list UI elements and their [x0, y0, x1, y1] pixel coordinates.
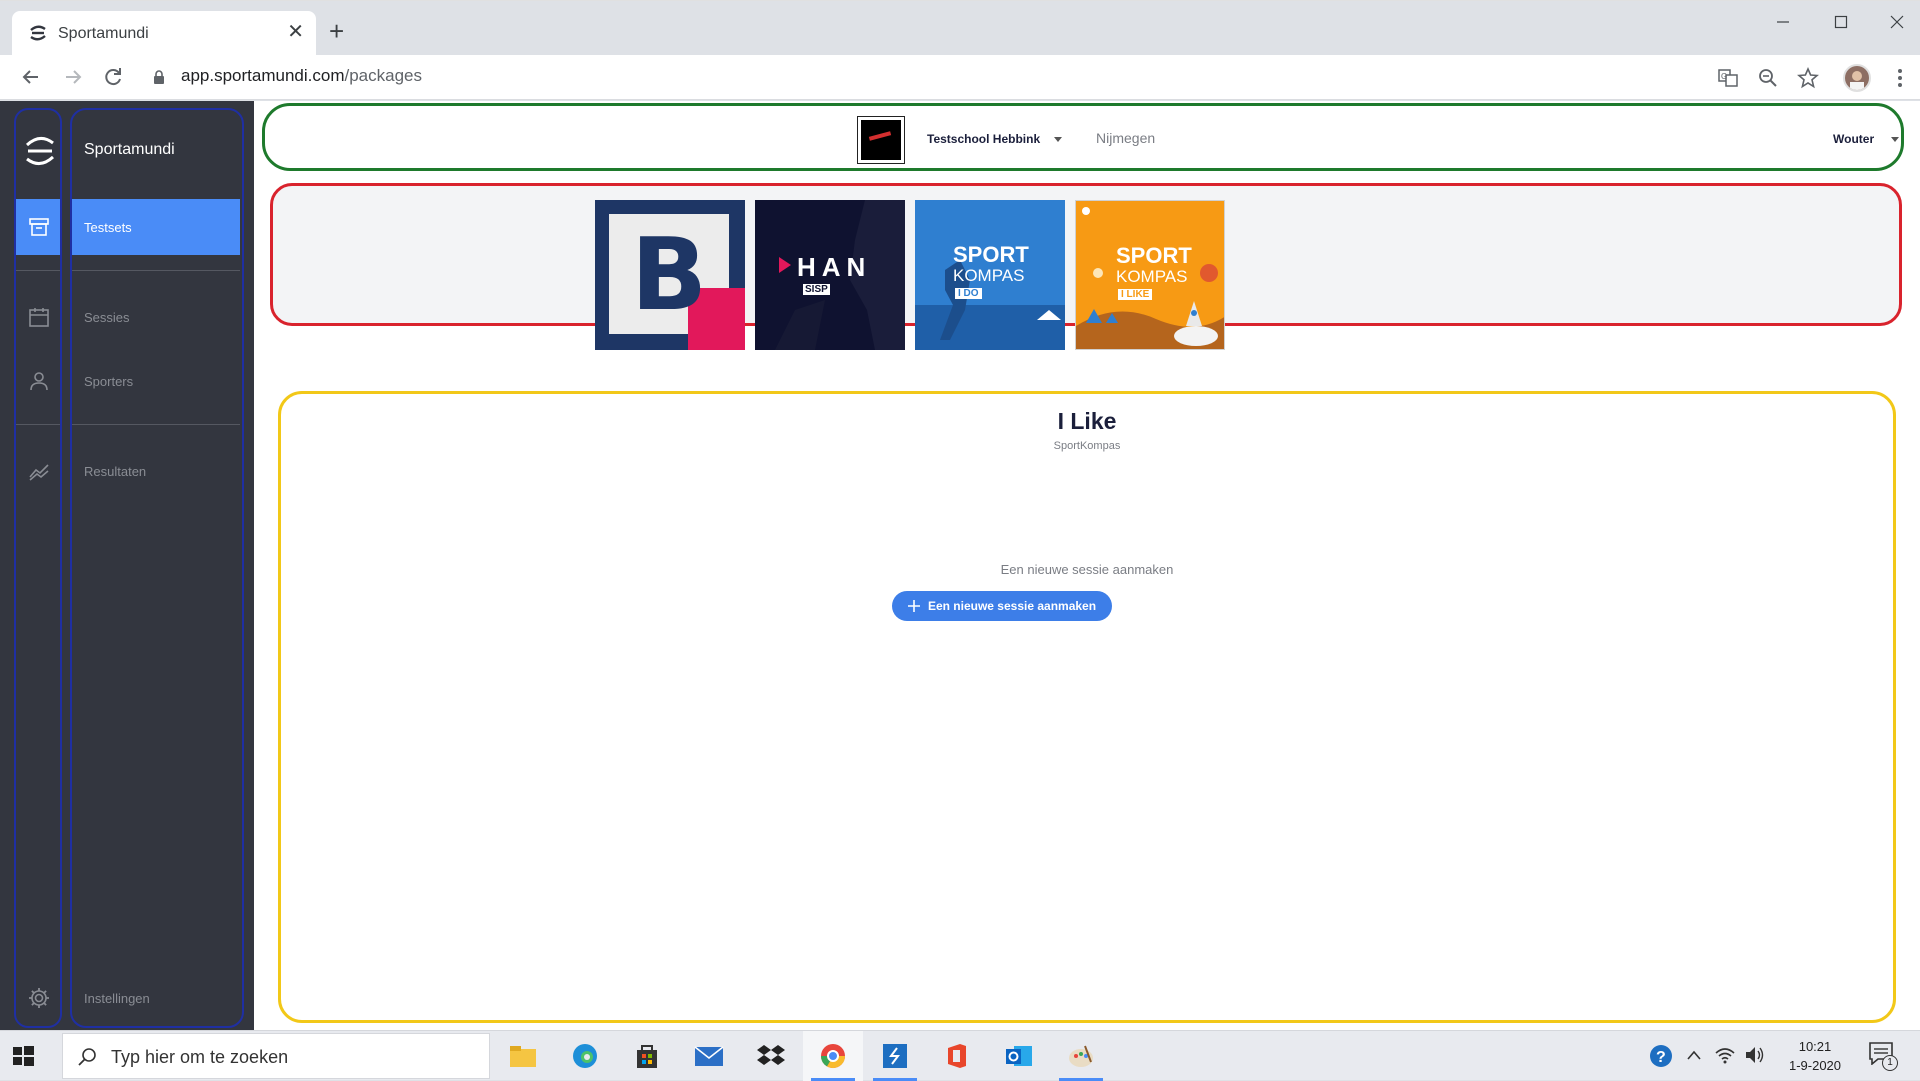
taskbar-search-placeholder: Typ hier om te zoeken	[111, 1047, 289, 1067]
maximize-icon[interactable]	[1812, 7, 1870, 39]
edge-icon	[573, 1044, 597, 1068]
svg-text:G: G	[1721, 72, 1727, 81]
package-subtitle: SportKompas	[1053, 440, 1121, 452]
notification-count-badge: 1	[1882, 1055, 1898, 1071]
lock-icon[interactable]	[153, 70, 165, 85]
dropbox-icon	[757, 1045, 785, 1065]
school-city: Nijmegen	[1096, 130, 1156, 146]
windows-taskbar: Typ hier om te zoeken ? 10:21 1-9-2020 1	[0, 1030, 1920, 1081]
folder-icon	[510, 1046, 536, 1067]
package-ilike-title: SPORT	[1116, 243, 1192, 268]
package-han-tag: SISP	[803, 284, 830, 295]
file-explorer-app[interactable]	[493, 1031, 553, 1081]
clock-date: 1-9-2020	[1788, 1058, 1842, 1073]
chevron-up-icon[interactable]	[1686, 1049, 1702, 1061]
sportamundi-favicon-icon	[30, 25, 46, 41]
package-tile-ido[interactable]: SPORT KOMPAS I DO	[915, 200, 1065, 350]
paint-palette-icon	[1069, 1045, 1093, 1067]
volume-icon[interactable]	[1744, 1045, 1766, 1065]
zoom-icon[interactable]	[1756, 66, 1780, 90]
url-field[interactable]: app.sportamundi.com/packages	[181, 66, 422, 86]
clock[interactable]: 10:21 1-9-2020	[1780, 1037, 1850, 1075]
school-selector[interactable]: Testschool Hebbink	[927, 132, 1040, 146]
store-app[interactable]	[617, 1031, 677, 1081]
plus-icon	[907, 600, 920, 612]
new-session-button[interactable]: Een nieuwe sessie aanmaken	[892, 591, 1112, 621]
mail-icon	[694, 1046, 724, 1066]
wifi-icon[interactable]	[1714, 1045, 1736, 1065]
forward-icon[interactable]	[59, 63, 87, 91]
chevron-down-icon[interactable]	[1054, 137, 1062, 142]
back-icon[interactable]	[17, 63, 45, 91]
main-content: Testschool Hebbink Nijmegen Wouter B HAN	[254, 101, 1920, 1030]
package-tile-b[interactable]: B	[595, 200, 745, 350]
chrome-app[interactable]	[803, 1031, 863, 1081]
store-bag-icon	[637, 1045, 657, 1068]
package-ido-subtitle: KOMPAS	[953, 266, 1025, 285]
browser-menu-icon[interactable]	[1888, 66, 1912, 90]
package-ido-tag: I DO	[955, 288, 982, 299]
office-icon	[948, 1044, 966, 1068]
new-tab-icon[interactable]: +	[329, 18, 344, 44]
school-logo	[857, 116, 905, 164]
windows-start-icon[interactable]	[10, 1043, 36, 1069]
reload-icon[interactable]	[99, 63, 127, 91]
tab-title: Sportamundi	[58, 25, 149, 42]
highlight-outline-rail	[14, 108, 62, 1028]
package-tile-ilike[interactable]: SPORT KOMPAS I LIKE	[1075, 200, 1225, 350]
highlight-outline-panel	[70, 108, 244, 1028]
new-session-button-label: Een nieuwe sessie aanmaken	[927, 599, 1097, 613]
package-b-letter: B	[630, 215, 708, 333]
minimize-icon[interactable]	[1754, 7, 1812, 39]
package-ilike-subtitle: KOMPAS	[1116, 267, 1188, 286]
translate-icon[interactable]: G	[1716, 66, 1740, 90]
package-ido-title: SPORT	[953, 242, 1029, 267]
url-path: /packages	[344, 66, 422, 85]
browser-tab-bar: Sportamundi ✕ +	[0, 0, 1920, 56]
outlook-app[interactable]	[989, 1031, 1049, 1081]
close-window-icon[interactable]	[1868, 7, 1920, 39]
svg-text:?: ?	[1656, 1049, 1666, 1066]
mail-app[interactable]	[679, 1031, 739, 1081]
office-app[interactable]	[927, 1031, 987, 1081]
chrome-icon	[821, 1044, 845, 1069]
sportamundi-app[interactable]	[865, 1031, 925, 1081]
play-triangle-icon	[779, 257, 791, 273]
clock-time: 10:21	[1798, 1039, 1832, 1054]
package-tile-han[interactable]: HAN SISP	[755, 200, 905, 350]
paint-app[interactable]	[1051, 1031, 1111, 1081]
notifications-button[interactable]: 1	[1868, 1041, 1902, 1073]
package-ilike-tag: I LIKE	[1118, 289, 1153, 300]
outlook-icon	[1006, 1046, 1032, 1066]
address-bar: app.sportamundi.com/packages G	[0, 55, 1920, 100]
browser-tab[interactable]: Sportamundi ✕	[12, 11, 316, 56]
package-carousel: B HAN SISP SPORT KOMPAS I DO SPORT KOMPA…	[270, 183, 1902, 350]
package-title: I Like	[1057, 408, 1117, 434]
search-icon	[78, 1048, 96, 1066]
empty-state-text: Een nieuwe sessie aanmaken	[1000, 562, 1174, 577]
top-bar: Testschool Hebbink Nijmegen Wouter	[262, 103, 1904, 171]
sportamundi-app-icon	[883, 1044, 907, 1068]
package-detail: I Like SportKompas Een nieuwe sessie aan…	[278, 391, 1896, 1023]
profile-avatar[interactable]	[1843, 64, 1871, 92]
package-han-title: HAN	[797, 252, 872, 282]
chevron-down-icon[interactable]	[1891, 137, 1899, 142]
bookmark-star-icon[interactable]	[1796, 66, 1820, 90]
tab-close-icon[interactable]: ✕	[287, 21, 304, 43]
taskbar-search[interactable]: Typ hier om te zoeken	[62, 1033, 490, 1079]
selected-indicator	[1037, 310, 1061, 320]
edge-app[interactable]	[555, 1031, 615, 1081]
user-menu[interactable]: Wouter	[1833, 132, 1874, 146]
dropbox-app[interactable]	[741, 1031, 801, 1081]
url-domain: app.sportamundi.com	[181, 66, 345, 85]
app-window: Sportamundi Testsets Sessies Sporters Re…	[0, 101, 1920, 1030]
help-icon[interactable]: ?	[1648, 1043, 1676, 1069]
